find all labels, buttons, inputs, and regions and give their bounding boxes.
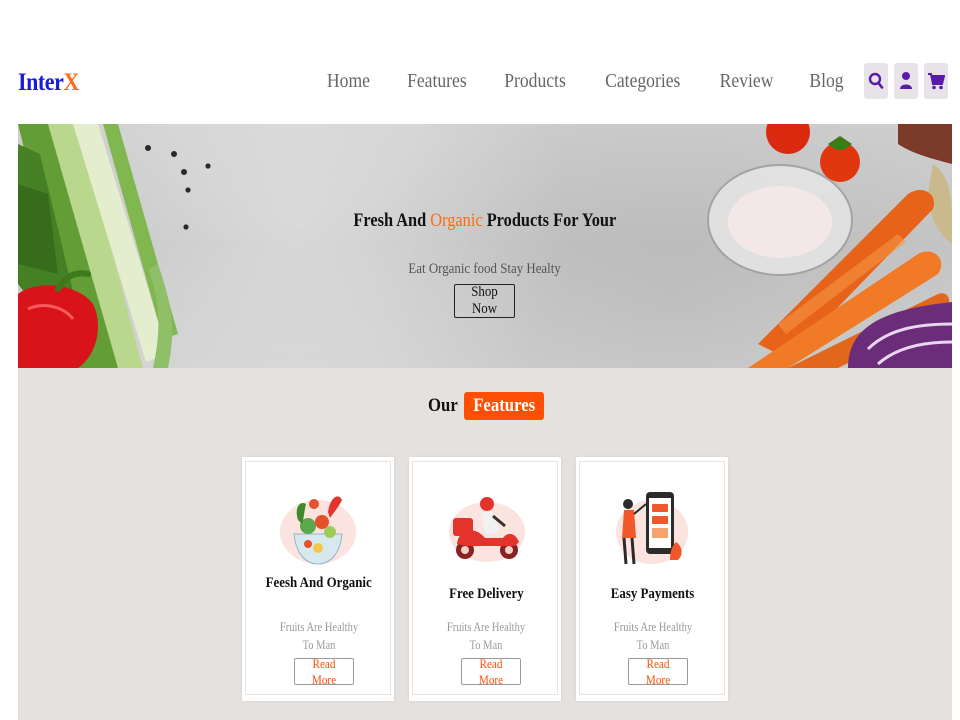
- feature-card-desc: Fruits Are Healthy To Man: [446, 620, 526, 652]
- main-nav: Home Features Products Categories Review…: [324, 58, 960, 104]
- site-header: InterX Home Features Products Categories…: [0, 58, 960, 104]
- cart-button[interactable]: [924, 63, 948, 99]
- nav-review[interactable]: Review: [720, 70, 774, 93]
- feature-card-title: Free Delivery: [448, 586, 524, 602]
- cart-icon: [928, 73, 945, 90]
- read-more-button[interactable]: Read More: [294, 656, 354, 687]
- feature-card: Feesh And Organic Fruits Are Healthy To …: [242, 457, 394, 701]
- vegetables-illustration: [18, 124, 952, 368]
- header-icons: [864, 63, 948, 99]
- brand-logo[interactable]: InterX: [18, 69, 79, 97]
- hero-subtitle: Eat Organic food Stay Healty: [408, 261, 562, 277]
- feature-card-desc: Fruits Are Healthy To Man: [613, 620, 693, 652]
- feature-card-title: Feesh And Organic: [265, 575, 373, 591]
- features-section: Our Features Feesh And Organic Fruits Ar…: [18, 368, 952, 720]
- feature-card: Free Delivery Fruits Are Healthy To Man …: [409, 457, 561, 701]
- account-button[interactable]: [894, 63, 918, 99]
- salad-bowl-illustration: [280, 496, 356, 565]
- feature-card-title: Easy Payments: [611, 586, 695, 602]
- hero-title: Fresh And Organic Products For Your: [353, 210, 617, 231]
- nav-home[interactable]: Home: [327, 70, 370, 93]
- nav-categories[interactable]: Categories: [606, 70, 681, 93]
- shop-now-button[interactable]: Shop Now: [454, 284, 515, 318]
- features-heading-badge: Features: [463, 392, 545, 420]
- read-more-button[interactable]: Read More: [461, 656, 521, 687]
- user-icon: [900, 72, 912, 89]
- mobile-payment-illustration: [616, 492, 688, 565]
- nav-blog[interactable]: Blog: [809, 70, 843, 93]
- delivery-scooter-illustration: [449, 497, 525, 562]
- read-more-button[interactable]: Read More: [628, 656, 688, 687]
- hero-banner: Fresh And Organic Products For Your Eat …: [18, 124, 952, 368]
- search-icon: [868, 72, 884, 89]
- nav-products[interactable]: Products: [505, 70, 567, 93]
- search-button[interactable]: [864, 63, 888, 99]
- nav-features[interactable]: Features: [407, 70, 467, 93]
- feature-card-desc: Fruits Are Healthy To Man: [279, 620, 359, 652]
- feature-card: Easy Payments Fruits Are Healthy To Man …: [576, 457, 728, 701]
- features-heading: Our Features: [18, 392, 952, 420]
